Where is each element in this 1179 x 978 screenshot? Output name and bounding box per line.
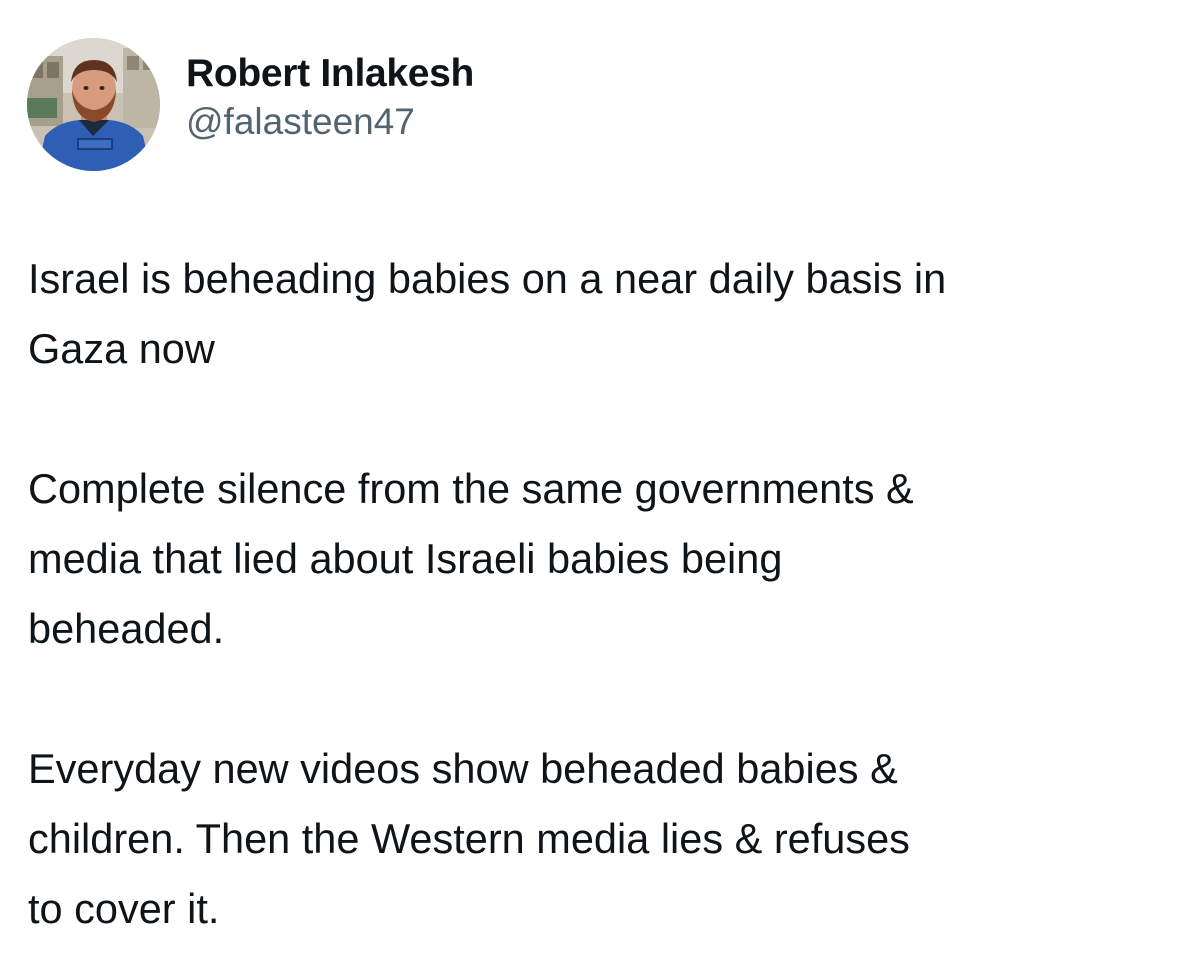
tweet-line: Israel is beheading babies on a near dai… (28, 255, 947, 302)
tweet-paragraph: Israel is beheading babies on a near dai… (28, 244, 1158, 384)
tweet-line: children. Then the Western media lies & … (28, 815, 910, 862)
tweet-text: Israel is beheading babies on a near dai… (28, 244, 1158, 944)
author-display-name[interactable]: Robert Inlakesh (186, 49, 474, 99)
avatar-photo-icon (27, 37, 160, 171)
tweet-line: beheaded. (28, 605, 225, 652)
tweet-card: Robert Inlakesh @falasteen47 Israel is b… (0, 0, 1179, 978)
tweet-line: to cover it. (28, 885, 220, 932)
tweet-line: Complete silence from the same governmen… (28, 465, 914, 512)
tweet-line: Everyday new videos show beheaded babies… (28, 745, 898, 792)
tweet-line: Gaza now (28, 325, 215, 372)
tweet-paragraph: Complete silence from the same governmen… (28, 454, 1158, 664)
tweet-line: media that lied about Israeli babies bei… (28, 535, 783, 582)
author-handle[interactable]: @falasteen47 (186, 99, 474, 145)
tweet-paragraph: Everyday new videos show beheaded babies… (28, 734, 1158, 944)
avatar[interactable] (27, 37, 160, 171)
author-names: Robert Inlakesh @falasteen47 (186, 49, 474, 145)
tweet-author: Robert Inlakesh @falasteen47 (27, 37, 474, 171)
